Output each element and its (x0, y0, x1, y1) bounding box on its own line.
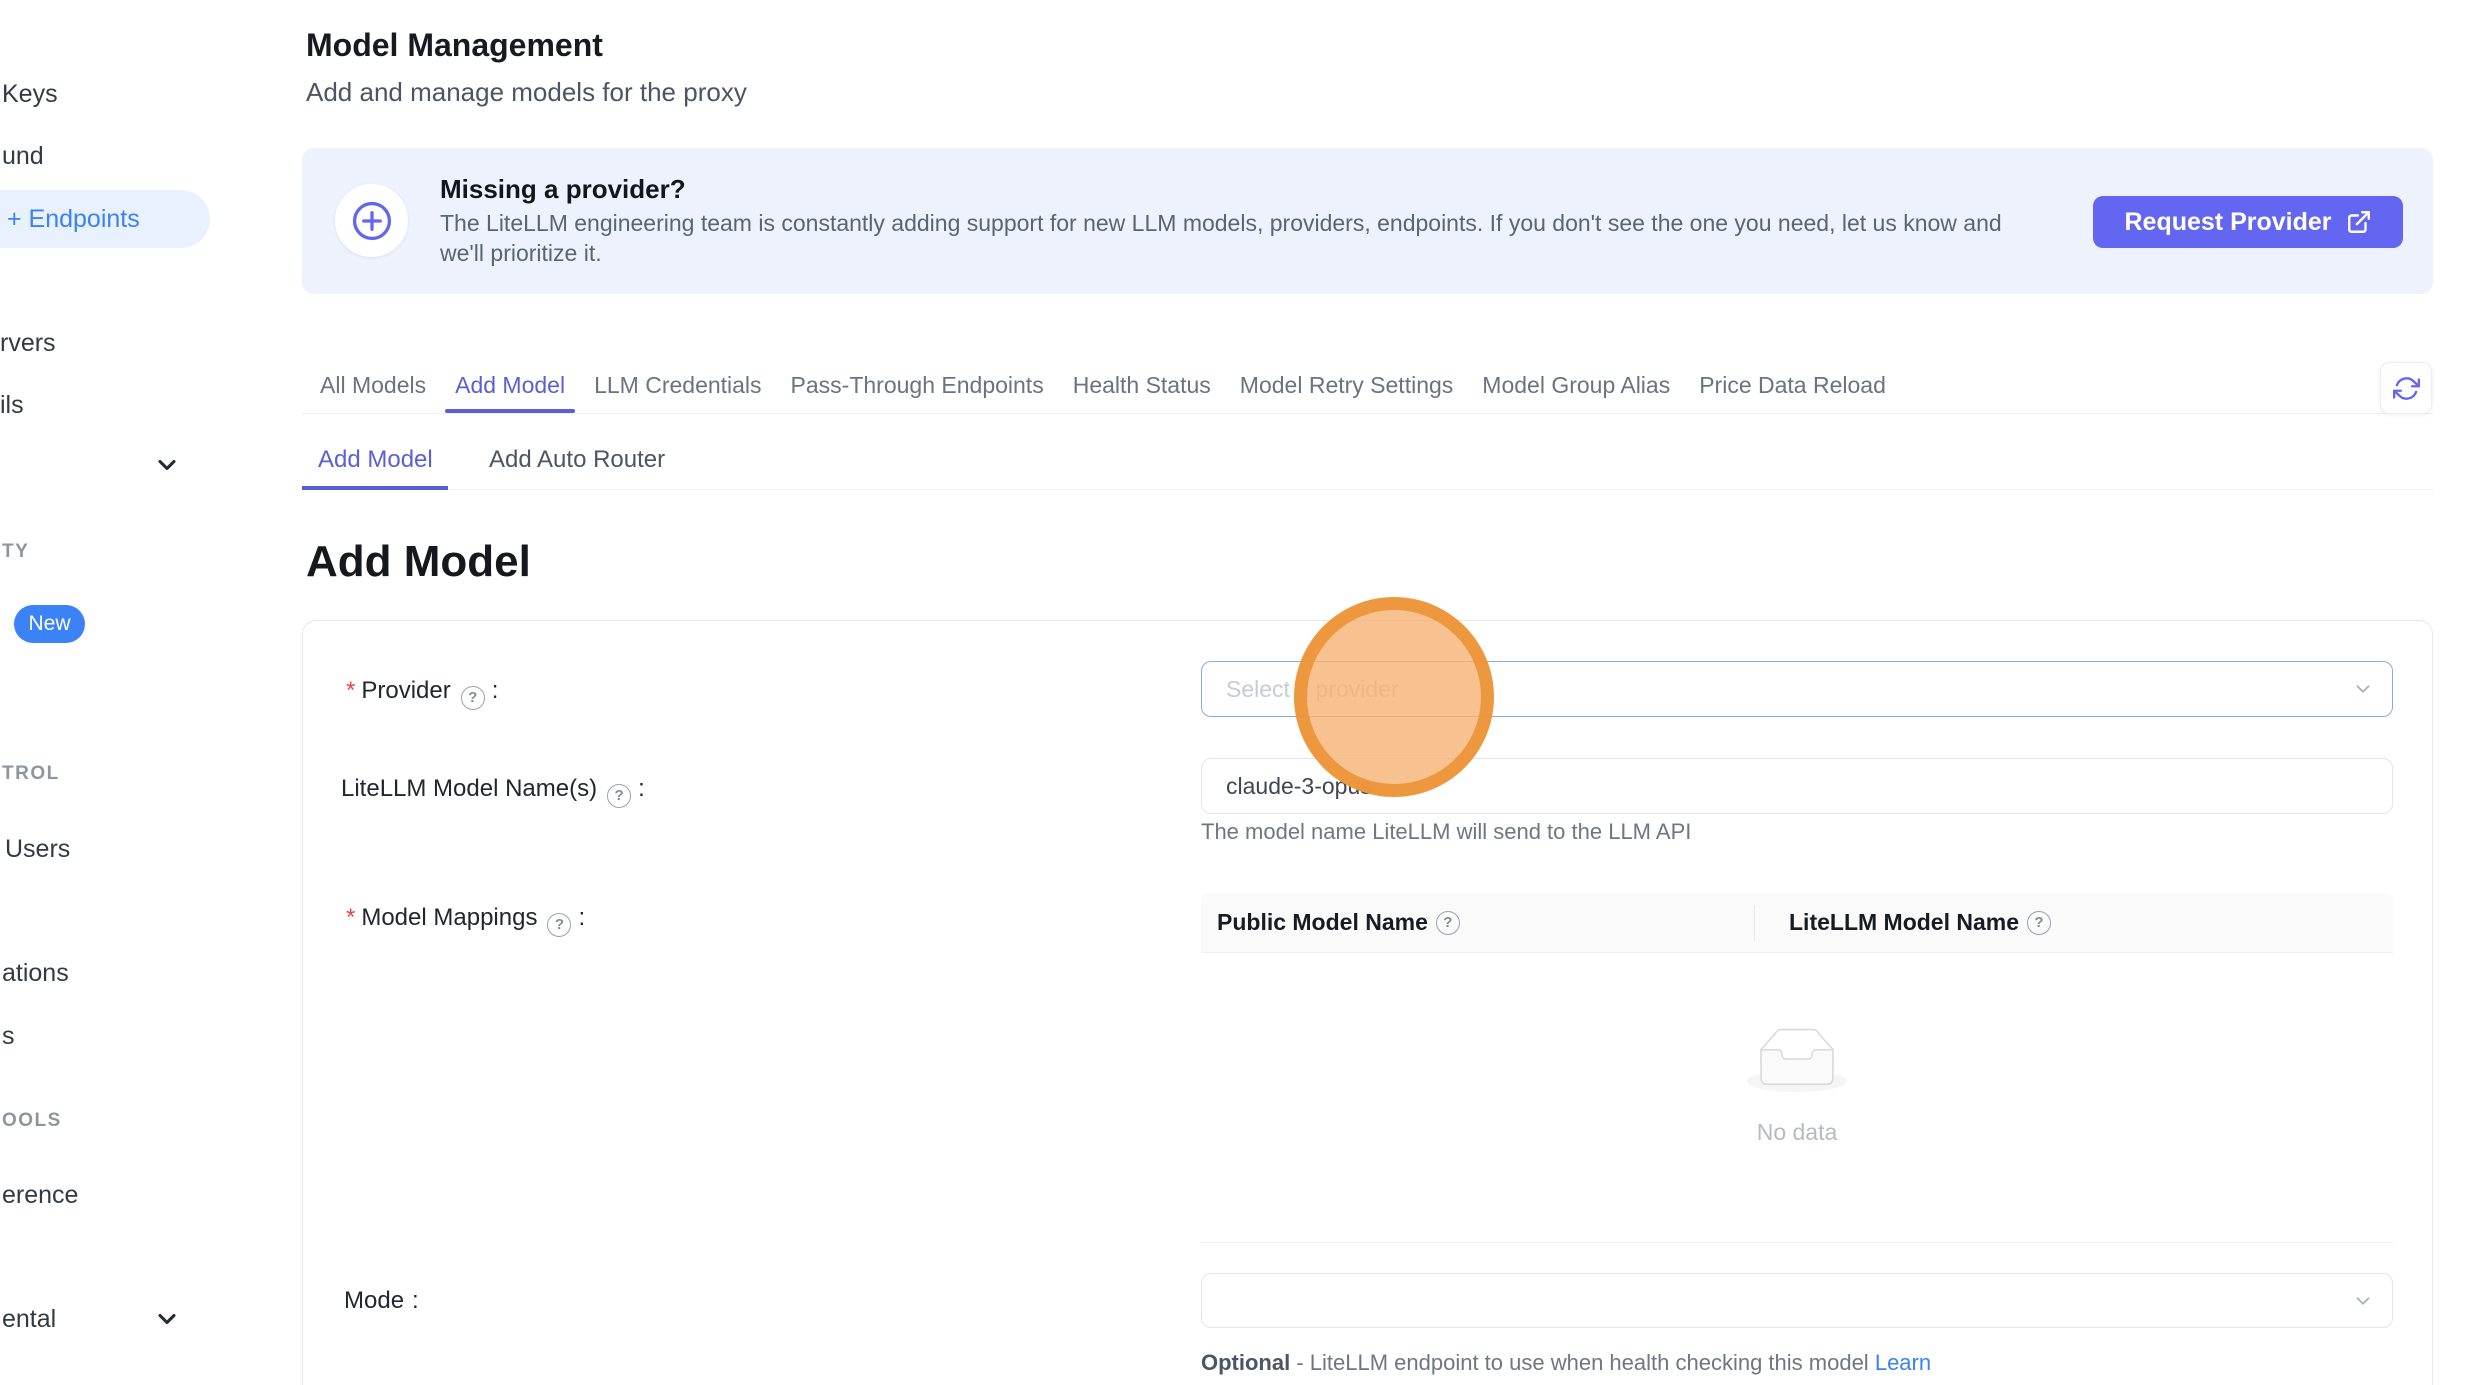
colon: : (492, 677, 499, 704)
mode-helper-optional: Optional (1201, 1350, 1290, 1375)
sidebar-item-experimental[interactable]: ental (2, 1304, 56, 1334)
provider-select[interactable]: Select a provider (1201, 661, 2393, 717)
sidebar-section-access-control: TROL (2, 762, 60, 786)
mode-label-text: Mode (344, 1287, 404, 1314)
sidebar-item-models-endpoints-active[interactable]: + Endpoints (0, 190, 210, 248)
tab-add-model[interactable]: Add Model (455, 357, 565, 413)
refresh-icon (2393, 375, 2420, 402)
help-icon[interactable]: ? (461, 686, 485, 710)
sidebar-item-mcp-servers[interactable]: rvers (0, 328, 56, 358)
external-link-icon (2346, 209, 2372, 235)
column-label: LiteLLM Model Name (1789, 909, 2019, 936)
help-icon[interactable]: ? (1436, 911, 1460, 935)
model-mappings-label-text: Model Mappings (361, 904, 537, 931)
column-public-model-name: Public Model Name ? (1201, 893, 1755, 952)
page-title: Model Management (306, 27, 603, 64)
add-model-form-card: *Provider?: Select a provider LiteLLM Mo… (302, 620, 2433, 1385)
mode-select[interactable] (1201, 1273, 2393, 1328)
sidebar-item-organizations[interactable]: ations (2, 958, 69, 988)
sidebar-item-virtual-keys[interactable]: Keys (2, 79, 58, 109)
provider-label-text: Provider (361, 677, 450, 704)
banner-title: Missing a provider? (440, 174, 686, 205)
mode-helper-text: - LiteLLM endpoint to use when health ch… (1296, 1350, 1868, 1375)
request-provider-button[interactable]: Request Provider (2093, 196, 2403, 248)
chevron-down-icon[interactable] (153, 1305, 181, 1333)
add-model-heading: Add Model (306, 537, 531, 587)
sidebar-section-tools: OOLS (2, 1109, 62, 1133)
model-mappings-table: Public Model Name ? LiteLLM Model Name ? (1201, 893, 2393, 1243)
tab-llm-credentials[interactable]: LLM Credentials (594, 357, 761, 413)
mode-label: Mode: (344, 1287, 419, 1315)
sidebar-item-internal-users[interactable]: Users (5, 834, 70, 864)
chevron-down-icon[interactable] (153, 451, 181, 479)
active-subtab-underline (302, 486, 448, 490)
model-name-label-text: LiteLLM Model Name(s) (341, 775, 597, 802)
sidebar-item-api-reference[interactable]: erence (2, 1180, 78, 1210)
help-icon[interactable]: ? (607, 784, 631, 808)
learn-more-link[interactable]: Learn (1875, 1350, 1931, 1375)
sidebar-item-teams[interactable]: s (2, 1021, 15, 1051)
chevron-down-icon (2352, 678, 2374, 706)
model-tabs: All Models Add Model LLM Credentials Pas… (302, 357, 2433, 414)
provider-label: *Provider?: (346, 677, 498, 710)
column-litellm-model-name: LiteLLM Model Name ? (1755, 893, 2055, 952)
empty-box-icon (1201, 1028, 2393, 1097)
table-header: Public Model Name ? LiteLLM Model Name ? (1201, 893, 2393, 953)
sidebar-item-guardrails[interactable]: ils (0, 390, 24, 420)
model-name-helper: The model name LiteLLM will send to the … (1201, 819, 1691, 845)
refresh-button[interactable] (2380, 362, 2432, 414)
missing-provider-banner: Missing a provider? The LiteLLM engineer… (302, 148, 2433, 294)
chevron-down-icon (2352, 1290, 2374, 1318)
sidebar-section-observability: TY (2, 540, 29, 564)
tab-all-models[interactable]: All Models (320, 357, 426, 413)
tab-model-group-alias[interactable]: Model Group Alias (1482, 357, 1670, 413)
subtab-add-model[interactable]: Add Model (318, 432, 433, 488)
no-data-text: No data (1201, 1119, 2393, 1146)
sidebar-item-playground[interactable]: und (2, 141, 44, 171)
sidebar-item-label: + Endpoints (7, 190, 140, 248)
banner-body: The LiteLLM engineering team is constant… (440, 208, 2040, 268)
model-name-input[interactable] (1201, 758, 2393, 814)
subtab-add-auto-router[interactable]: Add Auto Router (489, 432, 665, 488)
tab-health-status[interactable]: Health Status (1073, 357, 1211, 413)
plus-circle-icon (335, 184, 408, 257)
request-provider-label: Request Provider (2124, 208, 2331, 237)
help-icon[interactable]: ? (547, 913, 571, 937)
required-asterisk: * (346, 677, 355, 704)
required-asterisk: * (346, 904, 355, 931)
mode-helper: Optional - LiteLLM endpoint to use when … (1201, 1350, 1931, 1376)
help-icon[interactable]: ? (2027, 911, 2051, 935)
model-mappings-label: *Model Mappings?: (346, 904, 585, 937)
model-name-label: LiteLLM Model Name(s)?: (341, 775, 645, 808)
tab-price-data-reload[interactable]: Price Data Reload (1699, 357, 1886, 413)
page-subtitle: Add and manage models for the proxy (306, 77, 747, 108)
sidebar: Keys und + Endpoints rvers ils TY New TR… (0, 0, 300, 1385)
model-management-page: Keys und + Endpoints rvers ils TY New TR… (0, 0, 2477, 1385)
column-label: Public Model Name (1217, 909, 1428, 936)
colon: : (638, 775, 645, 802)
provider-select-placeholder: Select a provider (1226, 676, 1399, 703)
colon: : (412, 1287, 419, 1314)
new-badge: New (14, 605, 85, 643)
table-empty-body: No data (1201, 953, 2393, 1243)
add-model-subtabs: Add Model Add Auto Router (302, 432, 2433, 490)
tab-model-retry-settings[interactable]: Model Retry Settings (1240, 357, 1453, 413)
colon: : (578, 904, 585, 931)
tab-pass-through-endpoints[interactable]: Pass-Through Endpoints (791, 357, 1044, 413)
